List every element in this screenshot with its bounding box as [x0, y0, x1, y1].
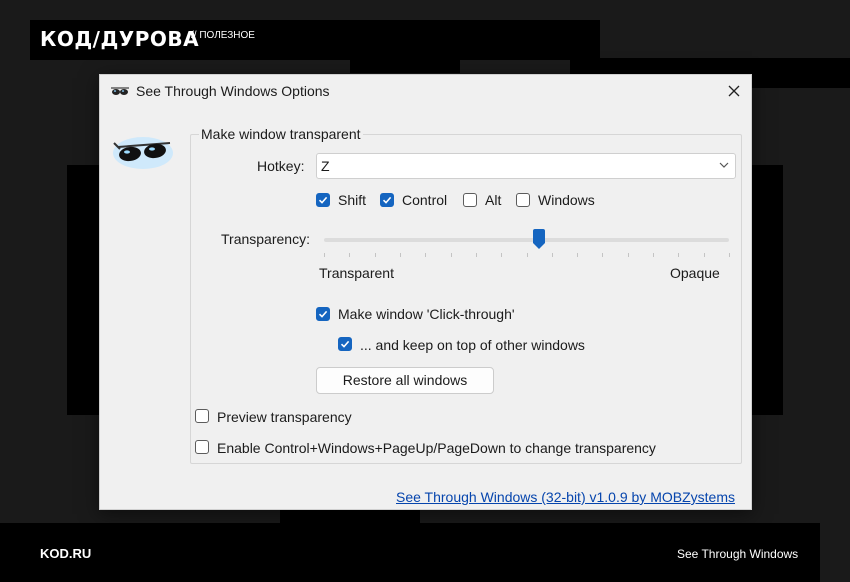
sunglasses-icon — [110, 84, 130, 101]
transparency-slider[interactable] — [324, 238, 729, 242]
footer-site: KOD.RU — [40, 546, 92, 561]
chevron-down-icon — [719, 162, 729, 168]
title-bar[interactable]: See Through Windows Options — [100, 75, 751, 107]
slider-tick — [628, 253, 629, 257]
slider-tick — [451, 253, 452, 257]
footer-caption: See Through Windows — [677, 547, 799, 561]
pageupdown-hotkey-checkbox[interactable] — [195, 440, 209, 454]
slider-tick — [425, 253, 426, 257]
slider-tick — [375, 253, 376, 257]
slider-tick — [349, 253, 350, 257]
opaque-label: Opaque — [670, 265, 720, 281]
sunglasses-icon — [112, 131, 174, 174]
slider-thumb[interactable] — [532, 229, 545, 249]
slider-tick — [324, 253, 325, 257]
bg-block — [748, 165, 783, 415]
click-through-label: Make window 'Click-through' — [338, 306, 515, 322]
close-icon — [728, 85, 740, 97]
preview-transparency-label: Preview transparency — [217, 409, 352, 425]
bg-block — [350, 58, 460, 73]
keep-on-top-label: ... and keep on top of other windows — [360, 337, 585, 353]
click-through-checkbox[interactable] — [316, 307, 330, 321]
transparency-label: Transparency: — [221, 231, 310, 247]
options-dialog: See Through Windows Options Make window … — [99, 74, 752, 510]
about-link[interactable]: See Through Windows (32-bit) v1.0.9 by M… — [396, 489, 735, 505]
close-button[interactable] — [717, 75, 751, 107]
brand-logo: КОД/ДУРОВА — [40, 27, 200, 51]
pageupdown-hotkey-label: Enable Control+Windows+PageUp/PageDown t… — [217, 440, 656, 456]
restore-all-windows-button[interactable]: Restore all windows — [316, 367, 494, 394]
shift-label: Shift — [338, 192, 367, 208]
preview-transparency-checkbox[interactable] — [195, 409, 209, 423]
hotkey-value: Z — [321, 158, 330, 174]
slider-tick — [704, 253, 705, 257]
hotkey-select[interactable]: Z — [316, 153, 736, 179]
slider-tick — [729, 253, 730, 257]
slider-tick — [653, 253, 654, 257]
slider-tick — [577, 253, 578, 257]
alt-checkbox[interactable] — [463, 193, 477, 207]
slider-tick — [476, 253, 477, 257]
window-title: See Through Windows Options — [136, 83, 330, 99]
transparent-label: Transparent — [319, 265, 394, 281]
group-label: Make window transparent — [199, 126, 363, 142]
slider-tick — [678, 253, 679, 257]
alt-label: Alt — [485, 192, 502, 208]
control-checkbox[interactable] — [380, 193, 394, 207]
brand-tag: // ПОЛЕЗНОЕ — [191, 30, 255, 41]
slider-tick — [602, 253, 603, 257]
control-label: Control — [402, 192, 448, 208]
windows-checkbox[interactable] — [516, 193, 530, 207]
windows-label: Windows — [538, 192, 595, 208]
hotkey-label: Hotkey: — [257, 158, 305, 174]
keep-on-top-checkbox[interactable] — [338, 337, 352, 351]
slider-tick — [552, 253, 553, 257]
slider-tick — [400, 253, 401, 257]
slider-tick — [527, 253, 528, 257]
shift-checkbox[interactable] — [316, 193, 330, 207]
slider-tick — [501, 253, 502, 257]
